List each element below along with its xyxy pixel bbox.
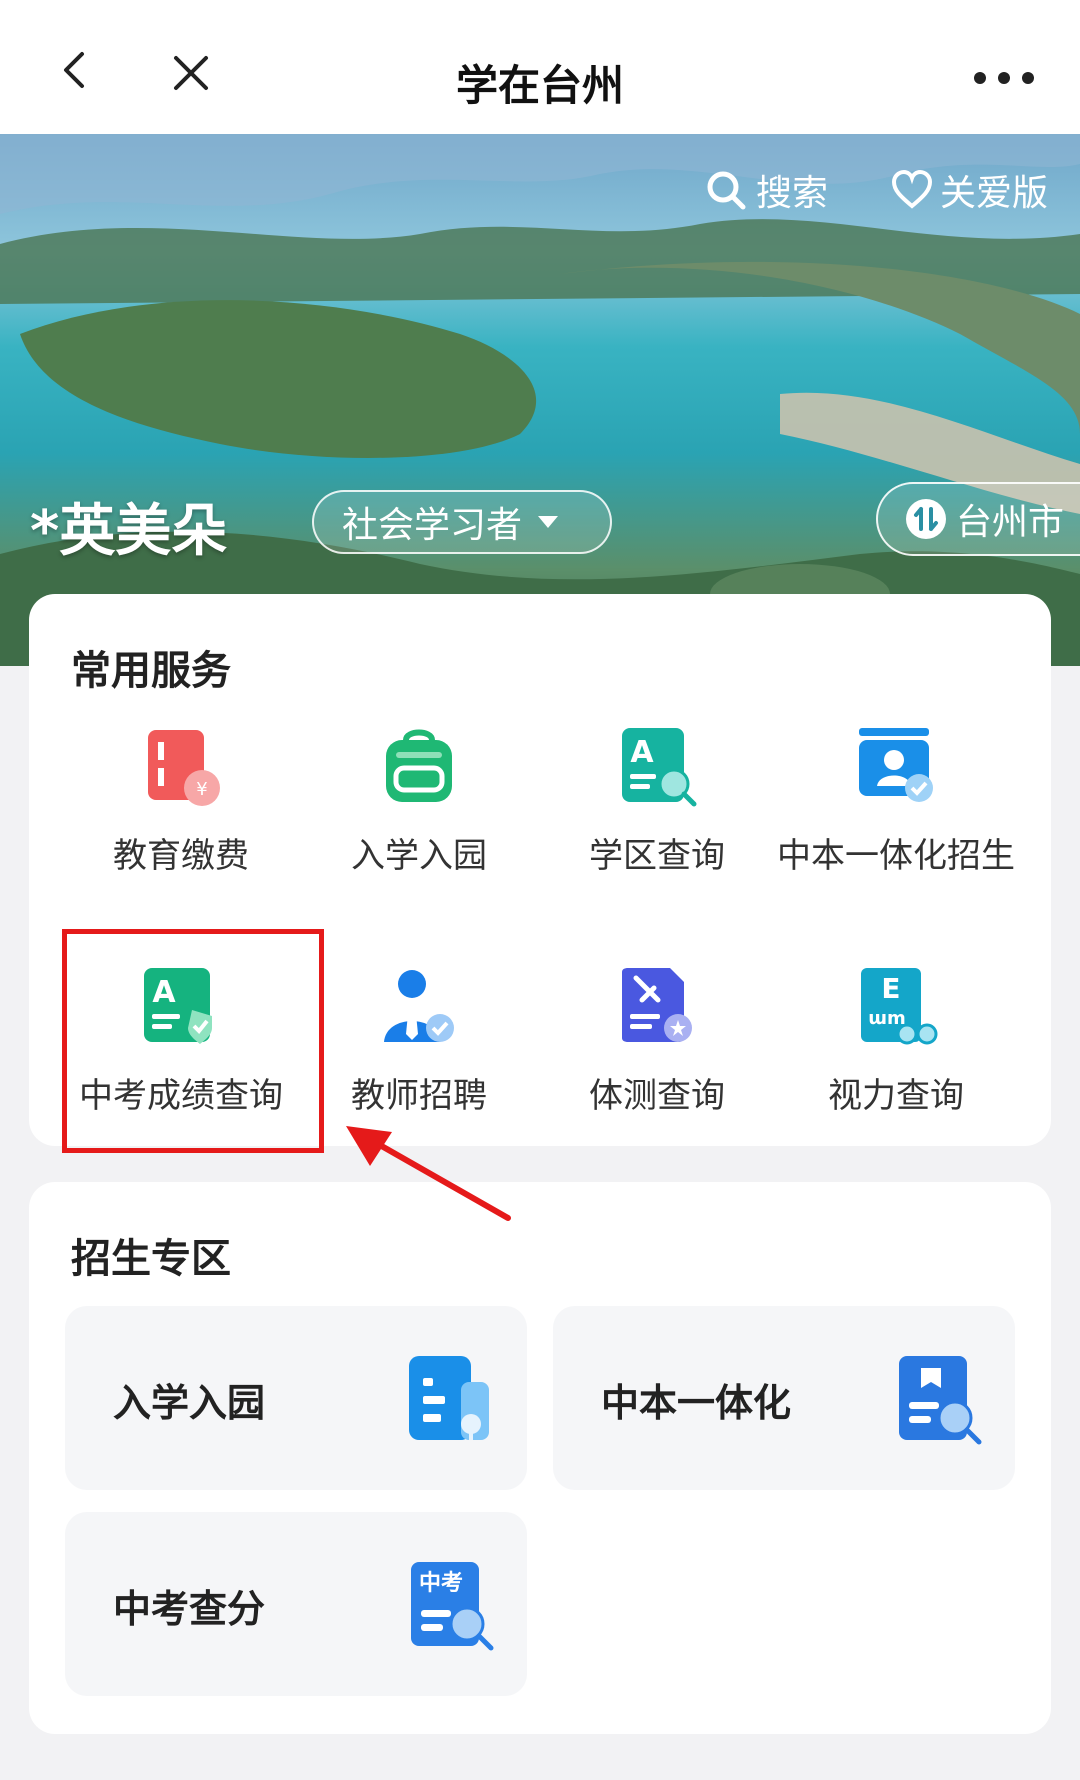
teacher-recruit-icon bbox=[384, 970, 454, 1042]
search-button[interactable]: 搜索 bbox=[704, 164, 828, 216]
service-school-admission[interactable]: 入学入园 bbox=[300, 724, 538, 878]
enrollment-zone-card: 招生专区 入学入园 中本一体化 中考查分 中考 bbox=[29, 1182, 1051, 1734]
tile-label: 中考查分 bbox=[113, 1587, 266, 1631]
city-label: 台州市 bbox=[956, 502, 1065, 543]
service-teacher-recruitment[interactable]: 教师招聘 bbox=[300, 964, 538, 1118]
caret-down-icon bbox=[538, 516, 559, 528]
heart-icon bbox=[891, 169, 933, 209]
switch-location-icon bbox=[906, 499, 946, 539]
service-fitness-test-query[interactable]: 体测查询 bbox=[538, 964, 776, 1118]
education-payment-icon: ¥ bbox=[148, 730, 220, 806]
tile-integrated-program[interactable]: 中本一体化 bbox=[553, 1306, 1015, 1490]
hero-banner: 搜索 关爱版 *英美朵 社会学习者 台州市 bbox=[0, 134, 1080, 666]
service-label: 中本一体化招生 bbox=[777, 836, 1015, 876]
top-nav-bar: 学在台州 bbox=[0, 0, 1080, 134]
school-bag-icon bbox=[386, 729, 452, 802]
service-label: 视力查询 bbox=[828, 1076, 964, 1116]
tile-exam-score[interactable]: 中考查分 中考 bbox=[65, 1512, 527, 1696]
vision-check-icon: E ɯm bbox=[861, 968, 938, 1045]
enrollment-icon bbox=[859, 728, 933, 802]
enrollment-zone-title: 招生专区 bbox=[71, 1236, 231, 1282]
service-label: 体测查询 bbox=[589, 1076, 725, 1116]
enrollment-doc-icon bbox=[409, 1356, 489, 1440]
page-title: 学在台州 bbox=[455, 61, 624, 110]
svg-text:E: E bbox=[881, 972, 900, 1005]
service-education-payment[interactable]: ¥ 教育缴费 bbox=[62, 724, 300, 878]
svg-text:¥: ¥ bbox=[196, 779, 207, 800]
svg-text:ɯm: ɯm bbox=[868, 1008, 906, 1029]
service-label: 入学入园 bbox=[351, 836, 487, 876]
district-search-icon: A bbox=[622, 728, 697, 807]
book-search-icon bbox=[899, 1356, 982, 1445]
care-mode-button[interactable]: 关爱版 bbox=[890, 164, 1048, 216]
pointer-arrow-icon bbox=[346, 1126, 511, 1221]
care-mode-label: 关爱版 bbox=[940, 173, 1049, 214]
service-vision-query[interactable]: E ɯm 视力查询 bbox=[777, 964, 1015, 1118]
role-label: 社会学习者 bbox=[342, 505, 523, 546]
fitness-test-icon bbox=[622, 968, 692, 1042]
search-icon bbox=[707, 171, 746, 210]
exam-icon-text: 中考 bbox=[419, 1571, 463, 1596]
service-label: 教师招聘 bbox=[351, 1076, 487, 1116]
svg-text:A: A bbox=[630, 735, 654, 770]
tile-label: 入学入园 bbox=[113, 1381, 266, 1425]
exam-search-icon: 中考 bbox=[411, 1562, 494, 1651]
city-selector[interactable]: 台州市 bbox=[876, 482, 1080, 556]
highlight-box bbox=[62, 929, 324, 1153]
tile-label: 中本一体化 bbox=[601, 1381, 792, 1425]
service-district-query[interactable]: A 学区查询 bbox=[538, 724, 776, 878]
tile-school-admission[interactable]: 入学入园 bbox=[65, 1306, 527, 1490]
role-selector[interactable]: 社会学习者 bbox=[312, 490, 612, 554]
common-services-title: 常用服务 bbox=[71, 648, 231, 694]
service-integrated-enrollment[interactable]: 中本一体化招生 bbox=[777, 724, 1015, 878]
service-label: 教育缴费 bbox=[113, 836, 249, 876]
user-name: *英美朵 bbox=[30, 499, 228, 564]
more-options-icon[interactable] bbox=[972, 70, 1036, 86]
service-label: 学区查询 bbox=[589, 836, 725, 876]
search-label: 搜索 bbox=[756, 173, 829, 214]
